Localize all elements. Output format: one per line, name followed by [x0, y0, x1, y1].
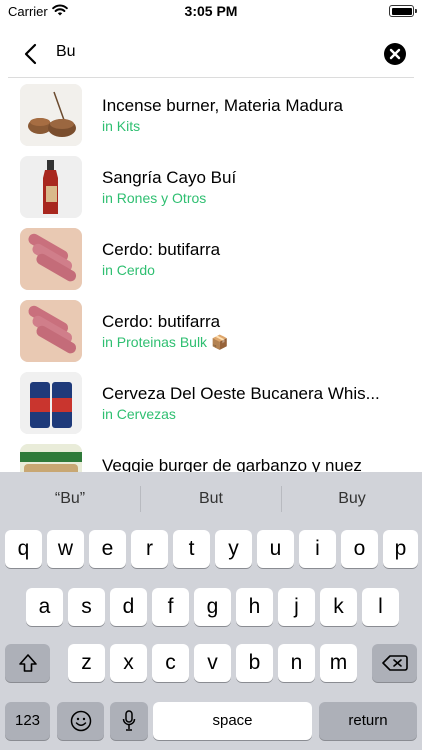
suggestion-3[interactable]: Buy [282, 490, 422, 508]
sausage-image [20, 228, 82, 290]
key-z[interactable]: z [68, 644, 105, 682]
shift-icon [18, 654, 37, 672]
key-y[interactable]: y [215, 530, 252, 568]
veggie-burger-package-image [20, 444, 82, 472]
result-category-text: in Proteinas Bulk [102, 334, 208, 350]
key-b[interactable]: b [236, 644, 273, 682]
microphone-icon [122, 710, 136, 731]
key-g[interactable]: g [194, 588, 231, 626]
key-e[interactable]: e [89, 530, 126, 568]
keyboard: “Bu” But Buy q w e r t y u i o p a s d f… [0, 472, 422, 750]
suggestion-1[interactable]: “Bu” [0, 490, 140, 508]
key-l[interactable]: l [362, 588, 399, 626]
result-item[interactable]: Cerdo: butifarra in Cerdo [0, 224, 422, 296]
key-t[interactable]: t [173, 530, 210, 568]
shift-key[interactable] [5, 644, 50, 682]
result-title: Cerdo: butifarra [102, 240, 221, 259]
search-results-list: Incense burner, Materia Madura in Kits S… [0, 80, 422, 472]
dictation-key[interactable] [110, 702, 148, 740]
result-item[interactable]: Veggie burger de garbanzo y nuez [0, 440, 422, 472]
key-j[interactable]: j [278, 588, 315, 626]
status-bar: Carrier 3:05 PM [0, 0, 422, 24]
key-r[interactable]: r [131, 530, 168, 568]
key-n[interactable]: n [278, 644, 315, 682]
package-emoji-icon: 📦 [211, 334, 229, 350]
result-category: in Proteinas Bulk 📦 [102, 334, 229, 351]
autocomplete-bar: “Bu” But Buy [0, 472, 422, 528]
key-k[interactable]: k [320, 588, 357, 626]
numbers-key[interactable]: 123 [5, 702, 50, 740]
result-item[interactable]: Cerdo: butifarra in Proteinas Bulk 📦 [0, 296, 422, 368]
return-key[interactable]: return [319, 702, 417, 740]
space-key[interactable]: space [153, 702, 312, 740]
backspace-key[interactable] [372, 644, 417, 682]
result-category: in Cervezas [102, 406, 176, 422]
close-icon [389, 48, 401, 60]
key-i[interactable]: i [299, 530, 336, 568]
key-h[interactable]: h [236, 588, 273, 626]
result-title: Cerdo: butifarra [102, 312, 221, 331]
result-category: in Kits [102, 118, 141, 134]
sausage-image [20, 300, 82, 362]
key-s[interactable]: s [68, 588, 105, 626]
search-header [8, 30, 414, 78]
beer-cans-image [20, 372, 82, 434]
key-p[interactable]: p [383, 530, 418, 568]
result-title: Incense burner, Materia Madura [102, 96, 343, 115]
result-title: Sangría Cayo Buí [102, 168, 237, 187]
chevron-left-icon [24, 43, 37, 65]
key-u[interactable]: u [257, 530, 294, 568]
result-category: in Rones y Otros [102, 190, 207, 206]
key-a[interactable]: a [26, 588, 63, 626]
key-q[interactable]: q [5, 530, 42, 568]
result-item[interactable]: Incense burner, Materia Madura in Kits [0, 80, 422, 152]
incense-burner-image [20, 84, 82, 146]
search-input[interactable] [56, 43, 356, 61]
emoji-icon [70, 710, 91, 732]
key-w[interactable]: w [47, 530, 84, 568]
result-item[interactable]: Sangría Cayo Buí in Rones y Otros [0, 152, 422, 224]
result-title: Cerveza Del Oeste Bucanera Whis... [102, 384, 380, 403]
battery-icon [389, 5, 417, 17]
key-o[interactable]: o [341, 530, 378, 568]
key-v[interactable]: v [194, 644, 231, 682]
key-c[interactable]: c [152, 644, 189, 682]
back-button[interactable] [22, 42, 42, 66]
key-d[interactable]: d [110, 588, 147, 626]
sangria-bottle-image [20, 156, 82, 218]
result-title: Veggie burger de garbanzo y nuez [102, 456, 362, 472]
key-m[interactable]: m [320, 644, 357, 682]
clear-search-button[interactable] [384, 43, 406, 65]
key-x[interactable]: x [110, 644, 147, 682]
emoji-key[interactable] [57, 702, 104, 740]
key-f[interactable]: f [152, 588, 189, 626]
suggestion-2[interactable]: But [141, 490, 281, 508]
result-item[interactable]: Cerveza Del Oeste Bucanera Whis... in Ce… [0, 368, 422, 440]
backspace-icon [381, 655, 408, 671]
result-category: in Cerdo [102, 262, 155, 278]
clock: 3:05 PM [184, 3, 238, 19]
